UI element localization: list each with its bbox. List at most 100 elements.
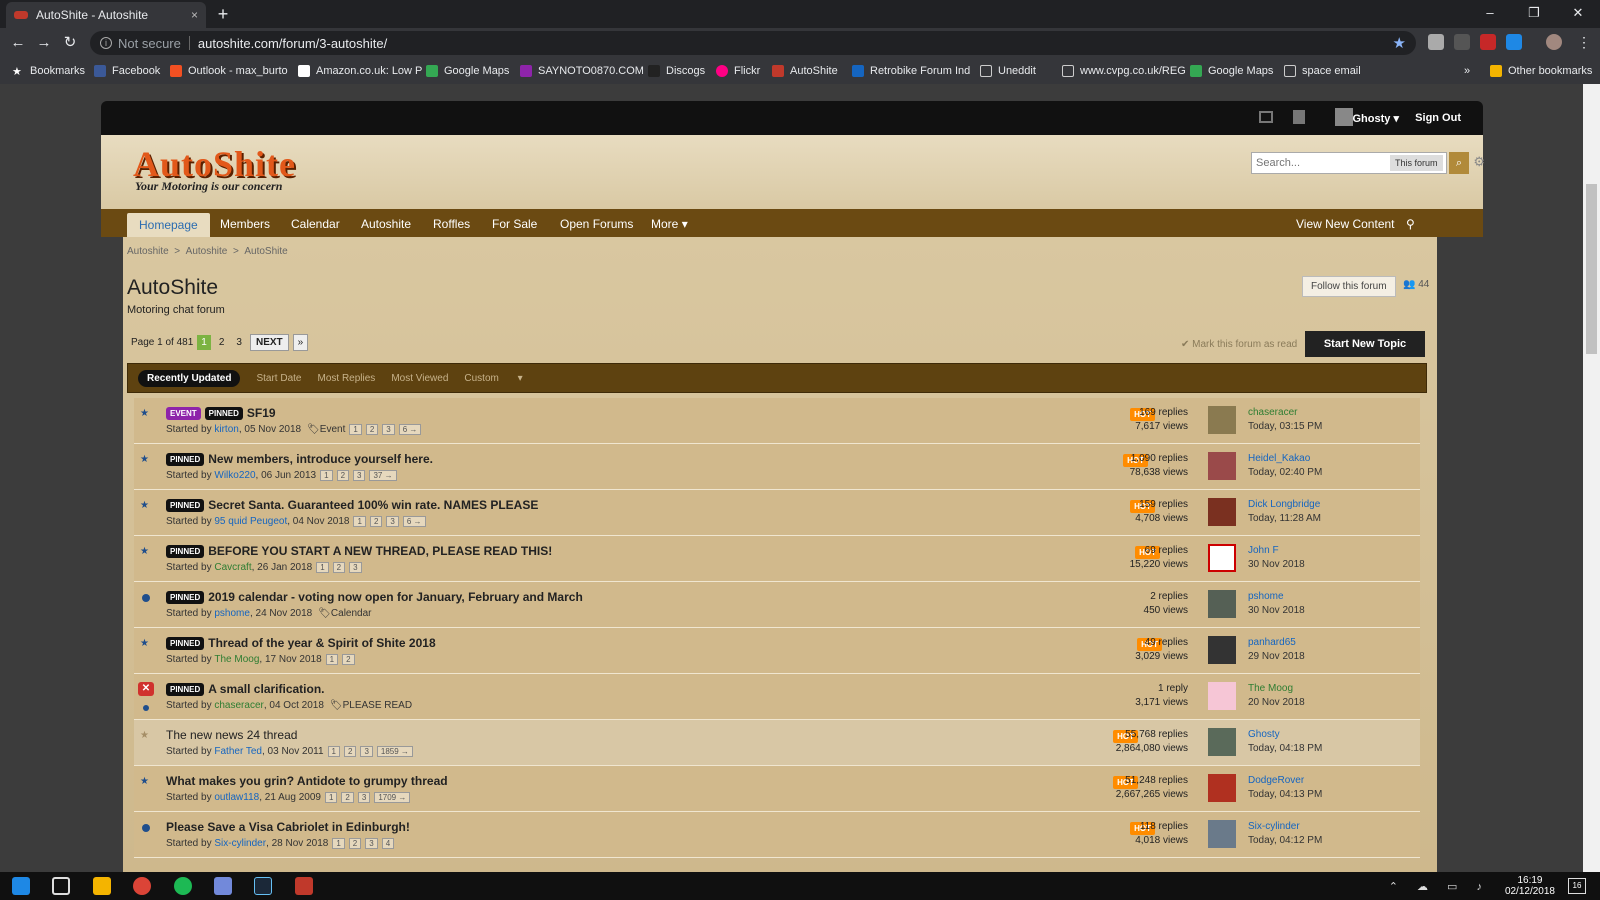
topic-page-link[interactable]: 1 [332,838,345,849]
nav-homepage[interactable]: Homepage [127,213,210,237]
page-scrollbar[interactable] [1583,84,1600,872]
minimize-button[interactable]: – [1468,0,1512,28]
topic-page-link[interactable]: 2 [332,562,346,573]
topic-page-link[interactable]: 1859 → [376,746,413,757]
bookmark-item[interactable]: ★ Bookmarks [12,63,85,79]
topic-page-link[interactable]: 1 [316,562,329,573]
topic-title[interactable]: The new news 24 thread [166,728,297,742]
topic-author[interactable]: Wilko220 [214,470,255,481]
nav-calendar[interactable]: Calendar [291,217,340,231]
page-link[interactable]: 2 [215,335,229,350]
topic-page-link[interactable]: 3 [365,838,378,849]
topic-page-link[interactable]: 2 [336,470,350,481]
bookmark-item[interactable]: Flickr [716,63,760,79]
last-poster-avatar[interactable] [1208,636,1236,664]
last-poster-name[interactable]: pshome [1248,590,1305,604]
topic-page-link[interactable]: 3 [360,746,373,757]
topic-title[interactable]: A small clarification. [208,682,324,696]
topic-page-link[interactable]: 2 [369,516,383,527]
topic-page-link[interactable]: 2 [341,792,354,803]
last-poster-name[interactable]: Ghosty [1248,728,1322,742]
filter-custom[interactable]: Custom ▾ [464,373,538,384]
scrollbar-thumb[interactable] [1586,184,1597,354]
username-menu[interactable]: Ghosty ▾ [1353,112,1400,125]
topic-title[interactable]: Thread of the year & Spirit of Shite 201… [208,636,435,650]
extension-icon[interactable] [1480,34,1496,50]
last-poster-name[interactable]: chaseracer [1248,406,1322,420]
window-close-button[interactable]: ✕ [1556,0,1600,28]
maximize-button[interactable]: ❐ [1512,0,1556,28]
filter-most-replies[interactable]: Most Replies [318,373,376,384]
bookmark-item[interactable]: SAYNOTO0870.COM [520,63,644,79]
topic-page-link[interactable]: 3 [382,424,395,435]
topic-page-link[interactable]: 3 [349,562,362,573]
topic-page-link[interactable]: 1 [327,746,340,757]
last-page-button[interactable]: » [292,334,309,351]
topic-author[interactable]: chaseracer [214,700,263,711]
topic-page-link[interactable]: 1 [324,792,338,803]
bookmark-item[interactable]: AutoShite [772,63,838,79]
topic-tag[interactable]: PLEASE READ [343,700,412,711]
file-explorer-icon[interactable] [93,877,111,895]
discord-icon[interactable] [214,877,232,895]
last-poster-name[interactable]: John F [1248,544,1305,558]
topic-page-link[interactable]: 1 [325,654,339,665]
mark-forum-read-link[interactable]: ✔ Mark this forum as read [1181,339,1297,350]
nav-for-sale[interactable]: For Sale [492,217,537,231]
search-icon[interactable]: ⌕ [1449,152,1469,174]
filter-most-viewed[interactable]: Most Viewed [391,373,448,384]
extension-icon[interactable] [1428,34,1444,50]
location-pin-icon[interactable]: ⚲ [1406,217,1415,231]
sign-out-link[interactable]: Sign Out [1415,112,1461,124]
last-poster-avatar[interactable] [1208,452,1236,480]
bookmark-item[interactable]: Discogs [648,63,705,79]
topic-author[interactable]: 95 quid Peugeot [214,516,287,527]
topic-author[interactable]: Six-cylinder [214,838,266,849]
topic-author[interactable]: Father Ted [214,746,262,757]
forward-arrow-icon[interactable]: → [34,33,54,53]
bookmark-item[interactable]: Amazon.co.uk: Low P [298,63,422,79]
active-tab[interactable]: AutoShite - Autoshite × [6,2,206,28]
topic-author[interactable]: The Moog [214,654,259,665]
taskbar-clock[interactable]: 16:19 02/12/2018 [1505,875,1555,897]
messages-icon[interactable] [1259,111,1273,123]
chrome-icon[interactable] [133,877,151,895]
start-new-topic-button[interactable]: Start New Topic [1305,331,1425,357]
other-bookmarks[interactable]: Other bookmarks [1490,63,1592,79]
last-poster-avatar[interactable] [1208,774,1236,802]
url-text[interactable]: autoshite.com/forum/3-autoshite/ [198,36,387,51]
bookmark-item[interactable]: Facebook [94,63,160,79]
topic-page-link[interactable]: 1 [349,424,362,435]
search-scope-button[interactable]: This forum [1390,155,1443,171]
system-tray[interactable]: ⌃ ☁ ▭ ♪ [1389,880,1490,893]
topic-page-link[interactable]: 1709 → [374,792,411,803]
topic-author[interactable]: Cavcraft [214,562,251,573]
breadcrumb-item[interactable]: Autoshite [127,246,169,257]
filter-start-date[interactable]: Start Date [256,373,301,384]
topic-tag[interactable]: Calendar [331,608,372,619]
nav-more[interactable]: More ▾ [651,217,688,231]
topic-page-link[interactable]: 2 [343,746,357,757]
reload-icon[interactable]: ↻ [60,33,80,53]
bookmark-item[interactable]: Uneddit [980,63,1036,79]
nav-members[interactable]: Members [220,217,270,231]
windows-start-icon[interactable] [12,877,30,895]
bookmark-item[interactable]: Retrobike Forum Ind [852,63,970,79]
topic-page-link[interactable]: 6 → [398,424,422,435]
breadcrumb-item[interactable]: Autoshite [186,246,228,257]
last-poster-avatar[interactable] [1208,406,1236,434]
view-new-content-link[interactable]: View New Content [1296,217,1395,231]
extension-icon[interactable] [1506,34,1522,50]
nav-open-forums[interactable]: Open Forums [560,217,633,231]
topic-title[interactable]: 2019 calendar - voting now open for Janu… [208,590,583,604]
bookmark-item[interactable]: space email [1284,63,1361,79]
last-poster-avatar[interactable] [1208,682,1236,710]
last-poster-name[interactable]: panhard65 [1248,636,1305,650]
nav-roffles[interactable]: Roffles [433,217,470,231]
last-poster-name[interactable]: DodgeRover [1248,774,1322,788]
topic-tag[interactable]: Event [320,424,346,435]
topic-title[interactable]: Secret Santa. Guaranteed 100% win rate. … [208,498,538,512]
topic-author[interactable]: pshome [214,608,250,619]
new-tab-button[interactable]: + [212,3,234,25]
last-poster-name[interactable]: The Moog [1248,682,1305,696]
